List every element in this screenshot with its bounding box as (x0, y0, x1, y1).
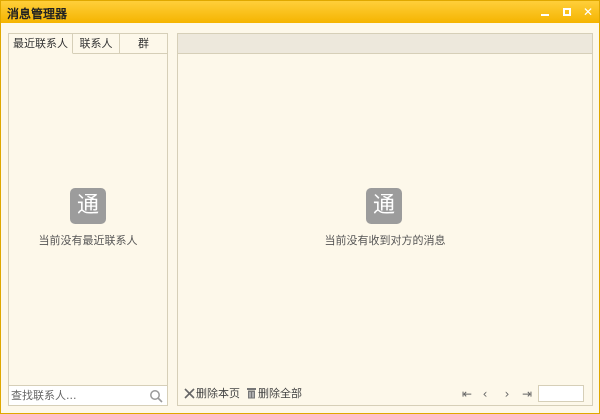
delete-page-button[interactable]: 删除本页 (184, 386, 240, 402)
close-button[interactable]: ✕ (580, 4, 596, 20)
last-page-button[interactable]: ⇥ (520, 386, 534, 402)
close-icon: ✕ (582, 5, 594, 19)
tab-groups[interactable]: 群 (120, 34, 167, 54)
delete-page-label: 删除本页 (196, 387, 240, 400)
tab-recent-contacts[interactable]: 最近联系人 (9, 34, 73, 54)
empty-messages-text: 当前没有收到对方的消息 (324, 234, 446, 247)
contact-search-input[interactable] (11, 387, 143, 404)
tab-contacts[interactable]: 联系人 (73, 34, 120, 54)
empty-recent-text: 当前没有最近联系人 (38, 234, 138, 247)
title-bar[interactable]: 消息管理器 ✕ (1, 1, 599, 23)
delete-all-button[interactable]: 删除全部 (246, 386, 302, 402)
contact-tabs: 最近联系人 联系人 群 (9, 34, 167, 54)
delete-x-icon (184, 388, 195, 399)
search-icon[interactable] (149, 389, 163, 403)
page-number-input[interactable] (538, 385, 584, 402)
first-page-button[interactable]: ⇤ (460, 386, 474, 402)
messages-header (178, 34, 592, 54)
trash-icon (247, 388, 256, 399)
maximize-button[interactable] (559, 4, 575, 20)
tong-glyph: 通 (76, 193, 99, 218)
minimize-button[interactable] (537, 4, 553, 20)
messages-panel: 通 当前没有收到对方的消息 删除本页 删除全部 ⇤ ‹ › ⇥ (177, 33, 593, 406)
contact-search-box (9, 385, 167, 405)
delete-all-label: 删除全部 (258, 387, 302, 400)
next-page-button[interactable]: › (500, 386, 514, 402)
message-manager-window: 消息管理器 ✕ 最近联系人 联系人 群 通 当前没有最近联系人 查找联系人...… (0, 0, 600, 414)
minimize-icon (541, 14, 549, 16)
empty-state-icon: 通 (366, 188, 402, 224)
empty-state-icon: 通 (70, 188, 106, 224)
maximize-icon (563, 8, 571, 16)
tong-glyph: 通 (372, 193, 395, 218)
prev-page-button[interactable]: ‹ (478, 386, 492, 402)
contacts-panel: 最近联系人 联系人 群 通 当前没有最近联系人 (8, 33, 168, 406)
window-title: 消息管理器 (7, 7, 68, 21)
